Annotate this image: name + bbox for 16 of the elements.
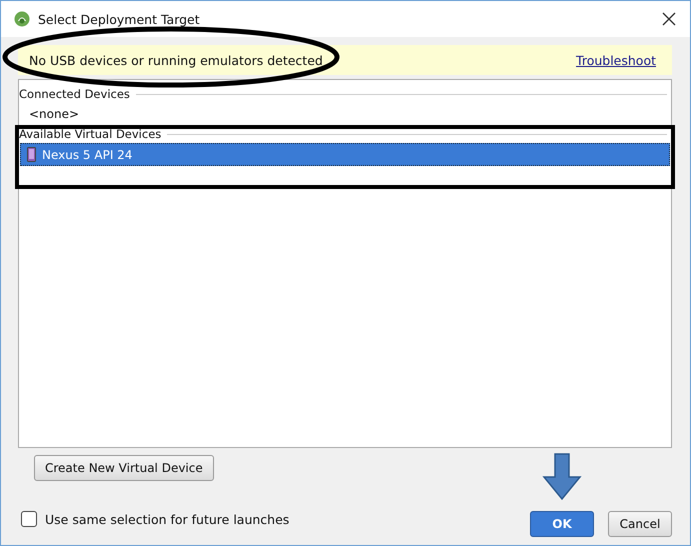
phone-icon <box>27 147 36 162</box>
close-icon <box>662 12 676 26</box>
section-header: Connected Devices <box>19 87 130 101</box>
troubleshoot-link[interactable]: Troubleshoot <box>576 52 656 68</box>
ok-button[interactable]: OK <box>530 511 594 537</box>
window-title: Select Deployment Target <box>38 12 201 26</box>
checkbox[interactable] <box>21 511 37 527</box>
checkbox-label: Use same selection for future launches <box>45 512 290 526</box>
create-device-button[interactable]: Create New Virtual Device <box>34 455 214 481</box>
cancel-button[interactable]: Cancel <box>608 511 672 537</box>
list-item[interactable]: <none> <box>19 103 671 125</box>
device-row[interactable]: Nexus 5 API 24 <box>20 143 670 166</box>
down-arrow-icon <box>542 453 582 501</box>
android-logo-icon <box>14 11 30 27</box>
banner-message: No USB devices or running emulators detected <box>29 52 323 68</box>
section-header: Available Virtual Devices <box>19 127 162 141</box>
